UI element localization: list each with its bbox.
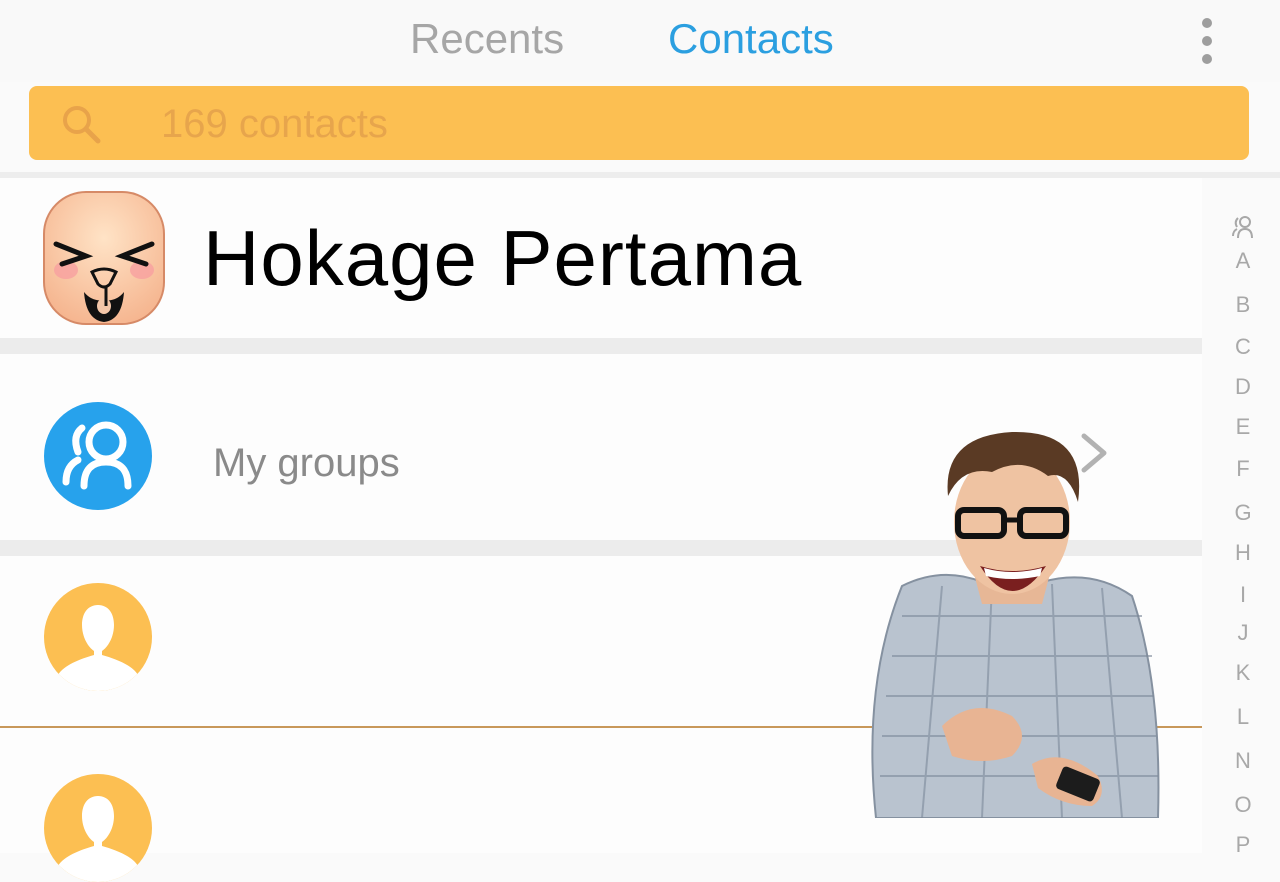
tab-recents[interactable]: Recents [410,14,564,64]
index-letter[interactable]: D [1222,374,1264,400]
search-icon [63,106,101,144]
index-letter[interactable]: L [1222,704,1264,730]
index-letter[interactable]: G [1222,500,1264,526]
index-letter[interactable]: H [1222,540,1264,566]
index-letter[interactable]: O [1222,792,1264,818]
section-divider [0,338,1202,354]
index-letter[interactable]: I [1222,582,1264,608]
index-letter[interactable]: B [1222,292,1264,318]
top-bar: Recents Contacts [0,0,1280,82]
index-letter[interactable]: C [1222,334,1264,360]
index-letter[interactable]: K [1222,660,1264,686]
my-groups-label: My groups [213,441,400,485]
search-bar[interactable] [29,86,1249,160]
alphabet-index[interactable]: A B C D E F G H I J K L N O P [1222,214,1264,853]
index-letter[interactable]: F [1222,456,1264,482]
groups-icon [44,402,152,510]
laughing-man-photo [871,431,1160,818]
index-letter[interactable]: E [1222,414,1264,440]
tab-contacts[interactable]: Contacts [668,14,834,64]
person-icon [44,774,152,882]
more-options-icon[interactable] [1190,14,1224,68]
profile-avatar[interactable] [40,188,168,328]
groups-index-icon[interactable] [1230,214,1256,240]
index-letter[interactable]: N [1222,748,1264,774]
profile-name: Hokage Pertama [203,214,803,302]
index-letter[interactable]: P [1222,832,1264,853]
search-input[interactable] [159,96,1223,152]
person-icon [44,583,152,691]
index-letter[interactable]: A [1222,248,1264,274]
index-letter[interactable]: J [1222,620,1264,646]
